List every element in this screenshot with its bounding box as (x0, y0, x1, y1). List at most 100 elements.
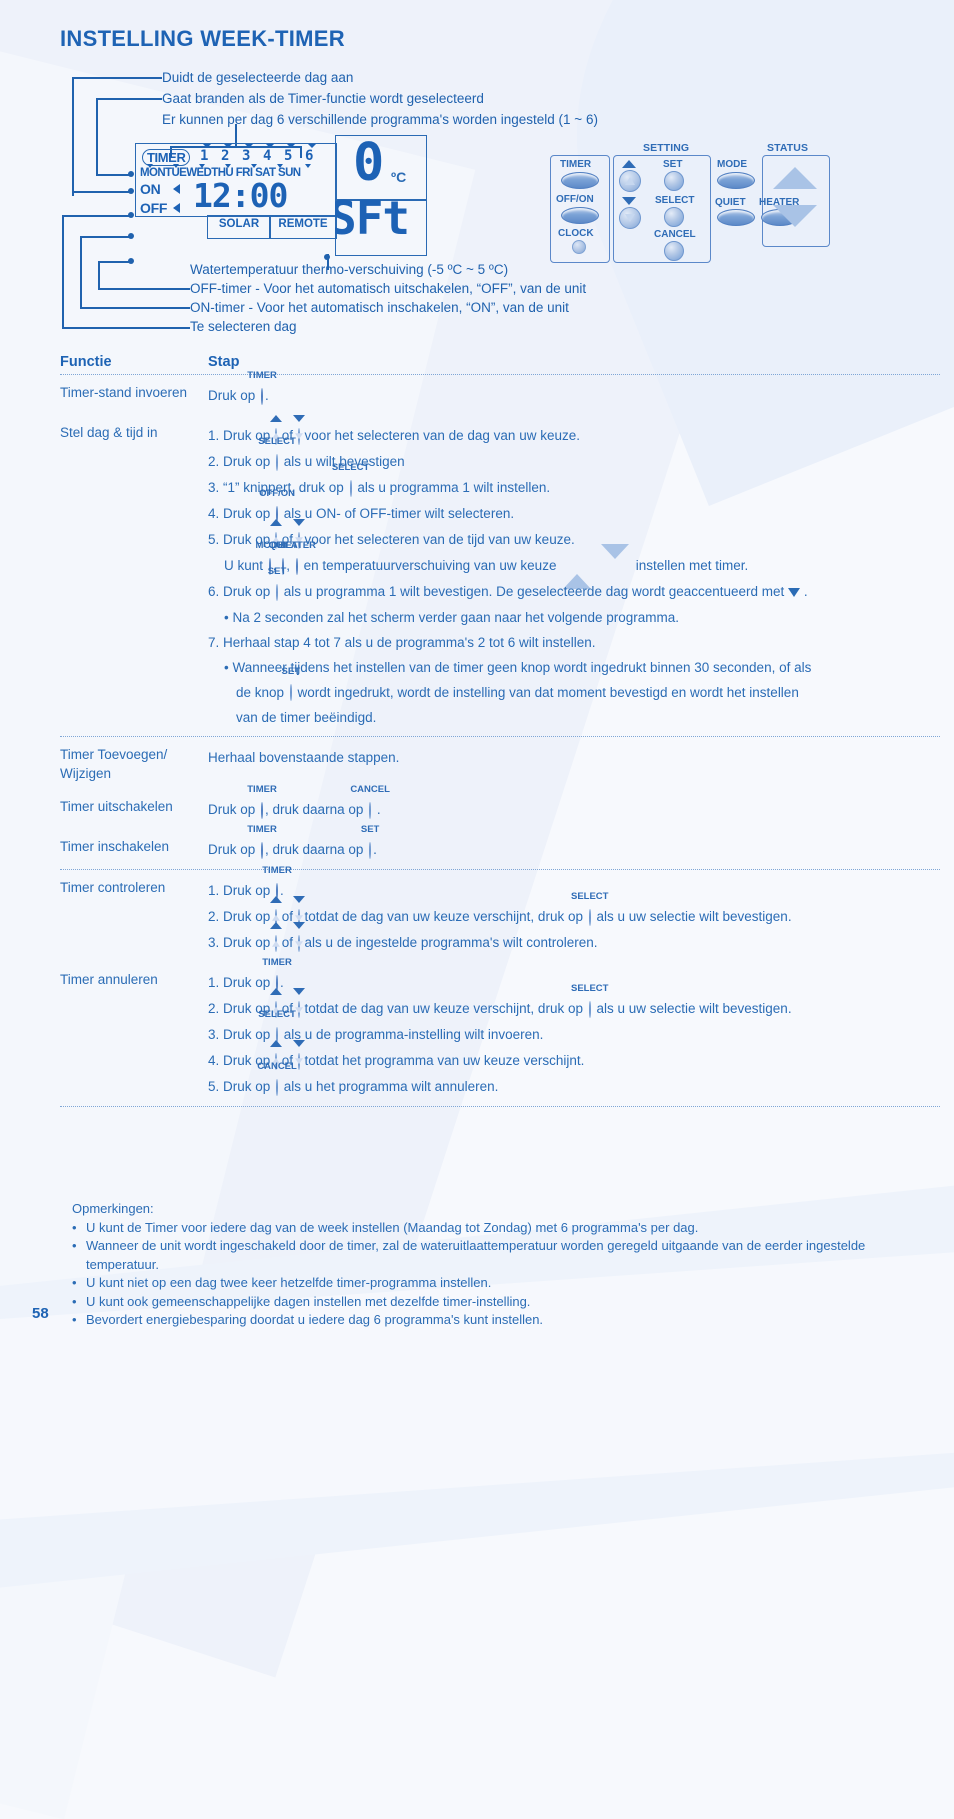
setting-group-label: SETTING (643, 142, 690, 154)
lcd-shift-group: SFt (335, 199, 425, 254)
leader-line (62, 215, 64, 327)
big-down-arrow[interactable] (600, 543, 629, 579)
callout-bottom-1: OFF-timer - Voor het automatisch uitscha… (190, 281, 587, 296)
step-line: 5. Druk op CANCEL als u het programma wi… (208, 1061, 940, 1100)
leader-line (80, 236, 82, 307)
down-button[interactable] (292, 1039, 305, 1074)
leader-line (98, 261, 130, 263)
down-button[interactable] (292, 988, 305, 1022)
lcd-off-arrow (173, 203, 180, 213)
status-up-arrow[interactable] (773, 167, 817, 189)
bullet-icon: • (72, 1312, 77, 1327)
select-button[interactable]: SELECT (258, 436, 296, 475)
step-line: • Na 2 seconden zal het scherm verder ga… (208, 605, 940, 630)
step-text: wordt ingedrukt, wordt de instelling van… (293, 684, 799, 700)
step-text: 2. Druk op (208, 909, 275, 925)
select-button[interactable]: SELECT (571, 892, 608, 930)
select-button[interactable]: SELECT (332, 462, 369, 501)
timer-button[interactable] (561, 172, 599, 189)
step-text: 4. Druk op (208, 505, 275, 521)
lcd-remote-label: REMOTE (269, 215, 337, 239)
step-line: 7. Herhaal stap 4 tot 7 als u de program… (208, 630, 940, 655)
bullet-icon: • (72, 1275, 77, 1290)
quiet-button[interactable] (717, 209, 755, 226)
button-caption: TIMER (247, 369, 277, 381)
down-button[interactable] (292, 922, 305, 956)
leader-line (80, 307, 190, 309)
select-button[interactable]: SELECT (571, 984, 608, 1022)
timer-button[interactable]: TIMER (247, 825, 277, 863)
step-text: als u het programma wilt annuleren. (280, 1078, 499, 1094)
quiet-button-label: QUIET (715, 197, 746, 208)
table-divider (60, 1105, 940, 1107)
down-button[interactable] (619, 207, 641, 229)
cancel-button[interactable]: CANCEL (350, 785, 390, 823)
up-button[interactable] (619, 170, 641, 192)
step-line: de knop SET wordt ingedrukt, wordt de in… (208, 667, 940, 706)
cancel-button[interactable]: CANCEL (257, 1061, 297, 1100)
step-text: voor het selecteren van de dag van uw ke… (300, 427, 580, 443)
step-text: totdat de dag van uw keuze verschijnt, d… (300, 909, 587, 925)
table-row: Timer inschakelen Druk op TIMER , druk daa… (60, 825, 940, 869)
cancel-button[interactable] (664, 241, 684, 261)
step-text: , druk daarna op (265, 842, 368, 858)
select-button-label: SELECT (655, 195, 695, 206)
set-button[interactable]: SET (282, 667, 300, 705)
button-caption: TIMER (247, 784, 277, 796)
off-on-button-label: OFF/ON (556, 194, 594, 205)
step-text: 7. Herhaal stap 4 tot 7 als u de program… (208, 634, 596, 650)
down-button[interactable] (292, 414, 305, 449)
up-button[interactable] (270, 922, 283, 956)
timer-button[interactable]: TIMER (247, 370, 277, 409)
set-button[interactable]: SET (268, 566, 286, 605)
mode-button[interactable] (717, 172, 755, 189)
off-on-button[interactable] (561, 207, 599, 224)
step-text: 2. Druk op (208, 453, 275, 469)
down-arrow-icon (622, 197, 636, 205)
step-text: . (373, 802, 381, 818)
page-title: INSTELLING WEEK-TIMER (60, 26, 345, 51)
leader-line (72, 77, 74, 196)
step-text: Druk op (208, 388, 260, 403)
step-line: 3. Druk op SELECT als u de programma-ins… (208, 1009, 940, 1048)
remarks-section: Opmerkingen: • U kunt de Timer voor ieder… (72, 1200, 932, 1330)
set-button[interactable]: SET (361, 825, 379, 863)
big-up-arrow[interactable] (563, 554, 592, 589)
header-functie: Functie (60, 354, 112, 370)
instruction-table: Functie Stap Timer-stand invoeren Druk op… (60, 352, 940, 1107)
callout-top-0: Duidt de geselecteerde dag aan (162, 70, 354, 85)
clock-button[interactable] (572, 240, 586, 254)
button-caption: SELECT (331, 461, 370, 473)
lcd-on-arrow (173, 184, 180, 194)
button-caption: CANCEL (257, 1060, 297, 1072)
lcd-program-6: 6 (305, 148, 315, 164)
leader-line (98, 288, 190, 290)
lcd-temp-group: 0 ºC (335, 135, 425, 199)
lcd-temp-unit: ºC (391, 169, 407, 185)
row-steps: Herhaal bovenstaande stappen. (208, 745, 940, 783)
row-steps: 1. Druk op of voor het selecteren van de… (208, 414, 940, 731)
select-button[interactable] (664, 207, 684, 227)
callout-bottom-2: ON-timer - Voor het automatisch inschake… (190, 300, 569, 315)
leader-line (72, 77, 162, 79)
row-function-label: Timer Toevoegen/Wijzigen (60, 745, 208, 783)
lcd-shift-value: SFt (335, 199, 410, 245)
callout-bottom-0: Watertemperatuur thermo-verschuiving (-5… (190, 262, 509, 277)
timer-button[interactable]: TIMER (247, 785, 277, 823)
step-text: van de timer beëindigd. (236, 710, 377, 726)
page-root: INSTELLING WEEK-TIMER Duidt de geselecte… (0, 0, 954, 1819)
lcd-on-indicator: ON (140, 181, 161, 197)
clock-button-label: CLOCK (558, 228, 594, 239)
set-button[interactable] (664, 171, 684, 191)
row-function-line: Timer uitschakelen (60, 799, 173, 815)
table-row: Timer annuleren 1. Druk op TIMER. 2. Druk … (60, 958, 940, 1106)
step-text: Herhaal bovenstaande stappen. (208, 750, 400, 766)
button-caption: TIMER (247, 824, 277, 836)
row-function-label: Timer uitschakelen (60, 797, 208, 823)
lcd-program-3: 3 (242, 148, 252, 164)
status-down-arrow[interactable] (773, 205, 817, 227)
heater-button[interactable]: HEATER (278, 540, 316, 579)
step-text (594, 558, 598, 573)
step-text: totdat de dag van uw keuze verschijnt, d… (300, 1001, 587, 1017)
leader-line (80, 236, 130, 238)
